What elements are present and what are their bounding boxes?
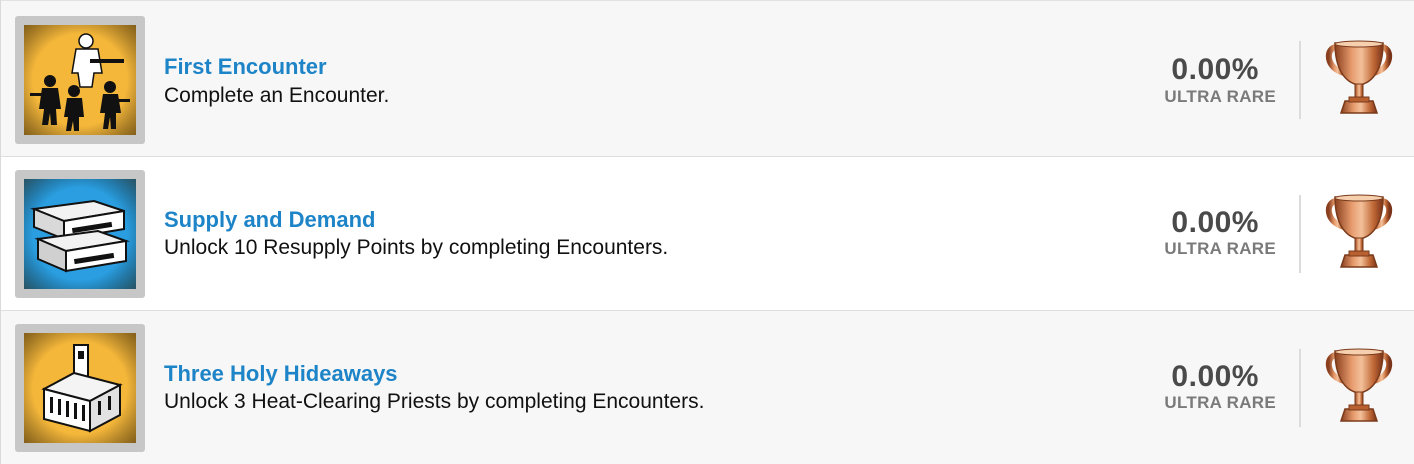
trophy-thumbnail[interactable] — [15, 16, 145, 144]
column-divider — [1299, 195, 1301, 273]
trophy-rarity: ULTRA RARE — [1164, 239, 1276, 258]
bronze-trophy-icon — [1323, 39, 1395, 117]
trophy-description: Unlock 3 Heat-Clearing Priests by comple… — [164, 390, 705, 413]
soldiers-art-icon — [24, 25, 136, 135]
trophy-row[interactable]: Supply and Demand Unlock 10 Resupply Poi… — [1, 157, 1414, 311]
bronze-trophy-icon — [1323, 347, 1395, 425]
trophy-title[interactable]: Three Holy Hideaways — [164, 361, 398, 387]
trophy-percent: 0.00% — [1171, 53, 1259, 86]
supply-crates-art-icon — [24, 179, 136, 289]
trophy-percent: 0.00% — [1171, 360, 1259, 393]
bronze-trophy-icon — [1323, 193, 1395, 271]
trophy-rarity: ULTRA RARE — [1164, 87, 1276, 106]
trophy-thumbnail[interactable] — [15, 170, 145, 298]
trophy-list: First Encounter Complete an Encounter. 0… — [0, 0, 1414, 464]
church-art-icon — [24, 333, 136, 443]
trophy-title[interactable]: Supply and Demand — [164, 207, 375, 233]
trophy-rarity: ULTRA RARE — [1164, 393, 1276, 412]
trophy-thumbnail[interactable] — [15, 324, 145, 452]
column-divider — [1299, 349, 1301, 427]
trophy-row[interactable]: Three Holy Hideaways Unlock 3 Heat-Clear… — [1, 311, 1414, 464]
column-divider — [1299, 41, 1301, 119]
trophy-description: Unlock 10 Resupply Points by completing … — [164, 236, 669, 259]
trophy-title[interactable]: First Encounter — [164, 54, 327, 80]
trophy-row[interactable]: First Encounter Complete an Encounter. 0… — [1, 0, 1414, 157]
trophy-percent: 0.00% — [1171, 206, 1259, 239]
trophy-description: Complete an Encounter. — [164, 84, 390, 107]
